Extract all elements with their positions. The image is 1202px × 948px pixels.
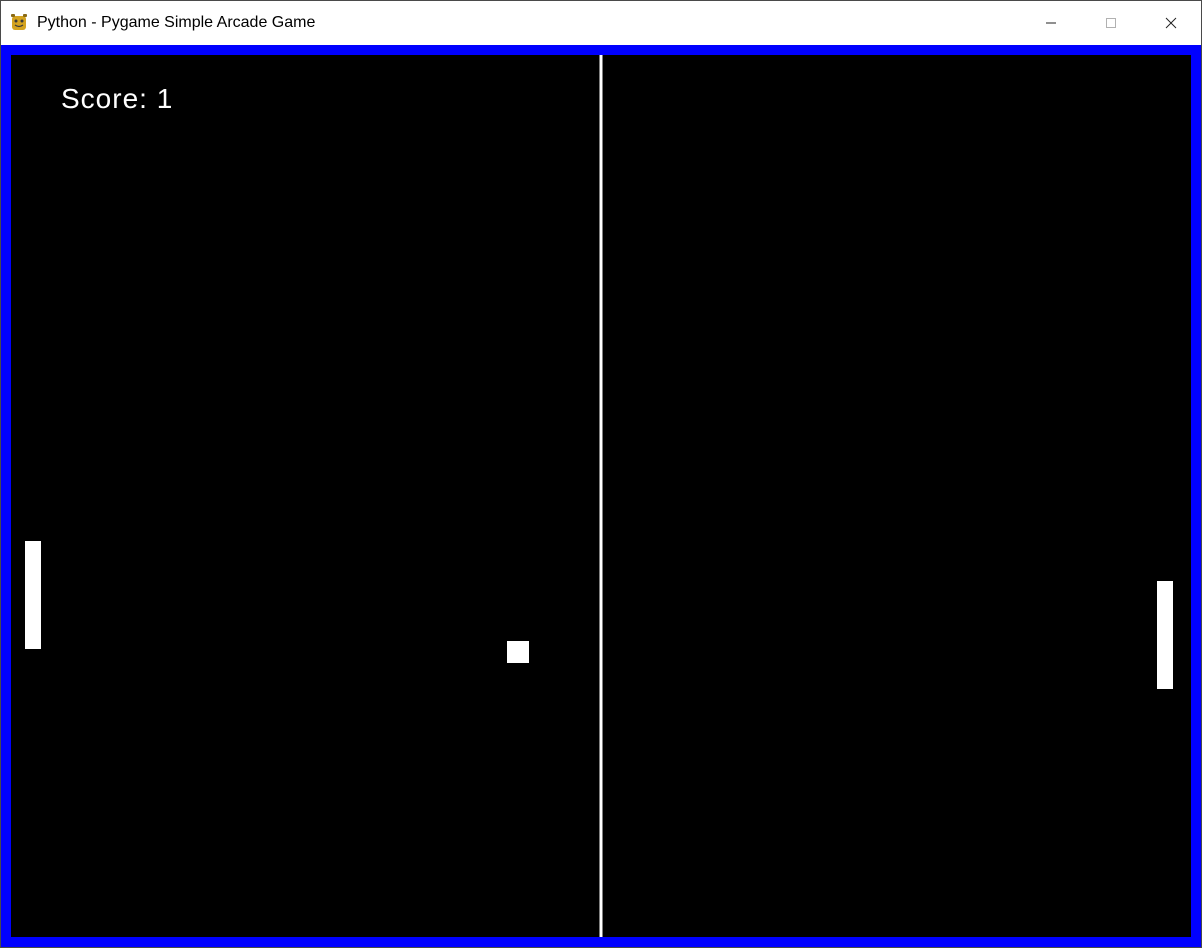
center-divider [600, 55, 603, 937]
paddle-left[interactable] [25, 541, 41, 649]
game-canvas[interactable]: Score: 1 [11, 55, 1191, 937]
score-label: Score: [61, 83, 148, 114]
close-button[interactable] [1141, 1, 1201, 45]
window-title: Python - Pygame Simple Arcade Game [37, 14, 1021, 32]
window-controls [1021, 1, 1201, 45]
score-display: Score: 1 [61, 83, 173, 115]
minimize-button[interactable] [1021, 1, 1081, 45]
ball [507, 641, 529, 663]
app-icon [9, 13, 29, 33]
minimize-icon [1045, 17, 1057, 29]
paddle-right[interactable] [1157, 581, 1173, 689]
game-border: Score: 1 [1, 45, 1201, 947]
titlebar[interactable]: Python - Pygame Simple Arcade Game [1, 1, 1201, 45]
score-value: 1 [157, 83, 174, 114]
app-window: Python - Pygame Simple Arcade Game [0, 0, 1202, 948]
maximize-button[interactable] [1081, 1, 1141, 45]
close-icon [1165, 17, 1177, 29]
maximize-icon [1105, 17, 1117, 29]
